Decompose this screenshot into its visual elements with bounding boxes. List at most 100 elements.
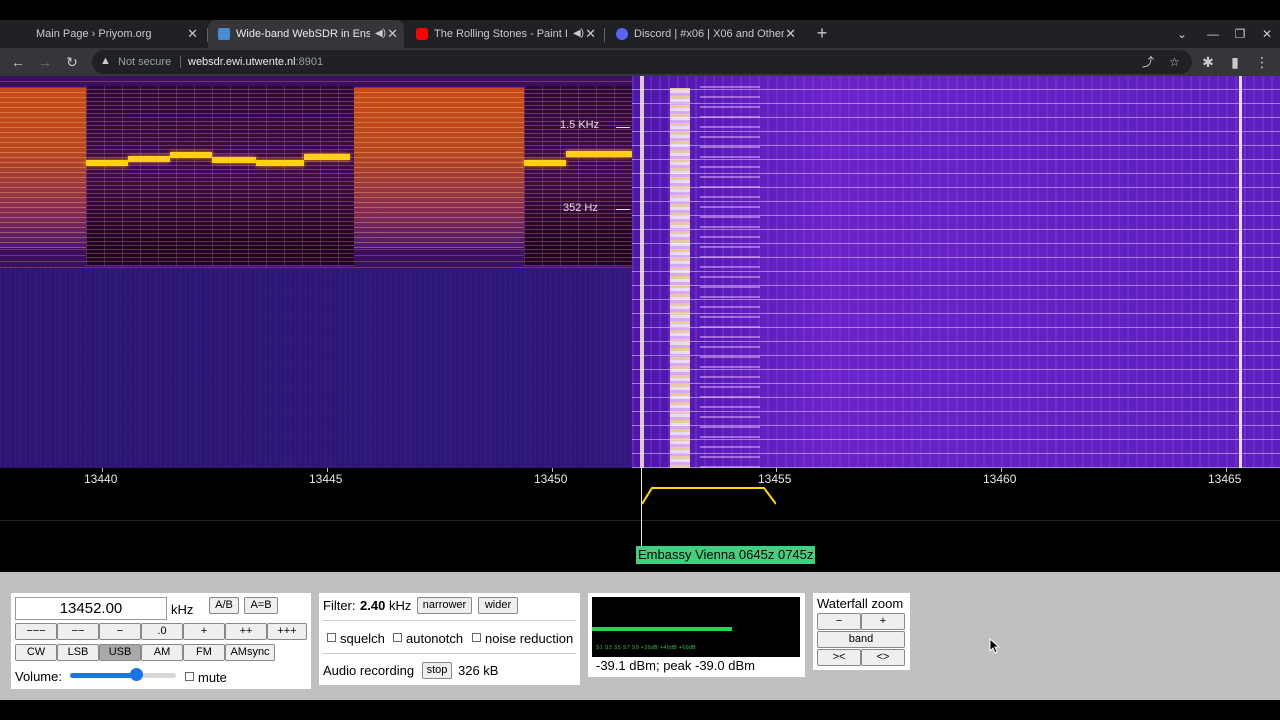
close-tab-icon[interactable]: ✕ [585,20,596,48]
stop-recording-button[interactable]: stop [422,662,452,679]
volume-label: Volume: [15,669,62,684]
smeter-box: S1 S3 S5 S7 S9 +20dB +40dB +60dB -39.1 d… [588,593,805,677]
reload-icon[interactable]: ↻ [61,48,83,76]
close-tab-icon[interactable]: ✕ [785,20,796,48]
wider-button[interactable]: wider [478,597,518,614]
minimize-icon[interactable]: — [1202,20,1224,48]
waterfall-zoom-label: Waterfall zoom [817,596,904,611]
url-port: :8901 [295,56,324,68]
url-host: websdr.ewi.utwente.nl [188,56,296,68]
zoom-out-button[interactable]: <> [861,649,905,666]
filter-value: 2.40 [360,598,386,613]
smeter-level-bar [592,627,732,631]
volume-slider-thumb[interactable] [129,668,143,681]
spectrogram-tone-area [524,86,632,266]
noise-reduction-label: noise reduction [485,631,574,646]
volume-slider[interactable] [70,673,176,678]
smeter-readout: -39.1 dBm; peak -39.0 dBm [596,658,755,673]
memory-label[interactable]: Embassy Vienna 0645z 0745z [636,546,816,564]
mode-usb-button[interactable]: USB [99,644,141,661]
squelch-checkbox[interactable] [327,633,336,642]
zoom-in-button[interactable]: >< [817,649,861,666]
divider [180,56,181,68]
new-tab-button[interactable]: + [813,20,831,48]
waterfall-zoom-box: Waterfall zoom − + band >< <> [813,593,910,670]
tab-search-icon[interactable]: ⌄ [1171,20,1193,48]
tab-title: Discord | #x06 | X06 and Other St [634,28,784,40]
step-down-1-button[interactable]: − [99,623,141,640]
mode-lsb-button[interactable]: LSB [57,644,99,661]
scale-divider [0,520,1280,521]
tab-youtube[interactable]: The Rolling Stones - Paint It, ◀) ✕ [406,20,602,48]
discord-favicon-icon [616,28,628,40]
tab-priyom[interactable]: Main Page › Priyom.org ✕ [8,20,204,48]
side-panel-icon[interactable]: ▮ [1224,48,1246,76]
speaker-icon[interactable]: ◀) [375,20,386,48]
tuning-cursor[interactable] [641,468,642,554]
restore-icon[interactable]: ❐ [1229,20,1251,48]
step-down-3-button[interactable]: −−− [15,623,57,640]
passband-shape[interactable] [642,486,776,506]
speaker-icon[interactable]: ◀) [573,20,584,48]
waterfall-passband-signal [700,86,760,468]
narrower-button[interactable]: narrower [417,597,472,614]
share-icon[interactable]: ⤴ [1142,50,1154,74]
frequency-unit: kHz [171,602,194,617]
spectrogram-noise-block [0,88,86,248]
mode-cw-button[interactable]: CW [15,644,57,661]
zoom-minus-button[interactable]: − [817,613,861,630]
scale-label: 13440 [84,472,118,486]
autonotch-checkbox[interactable] [393,633,402,642]
round-button[interactable]: .0 [141,623,183,640]
close-tab-icon[interactable]: ✕ [187,20,198,48]
extensions-icon[interactable]: ✱ [1197,48,1219,76]
step-down-2-button[interactable]: −− [57,623,99,640]
close-window-icon[interactable]: ✕ [1256,20,1278,48]
filter-unit: kHz [389,598,412,613]
scale-label: 13455 [758,472,792,486]
tab-title: Wide-band WebSDR in Ensche [236,28,370,40]
url-text[interactable]: websdr.ewi.utwente.nl:8901 [188,50,323,74]
address-bar[interactable]: ▲ Not secure websdr.ewi.utwente.nl:8901 … [92,50,1192,74]
frequency-input[interactable]: 13452.00 [15,597,167,620]
menu-kebab-icon[interactable]: ⋮ [1251,48,1273,76]
control-panel: 13452.00 kHz A/B A=B −−− −− − .0 + ++ ++… [0,572,1280,700]
close-tab-icon[interactable]: ✕ [387,20,398,48]
tab-websdr[interactable]: Wide-band WebSDR in Ensche ◀) ✕ [208,20,404,48]
youtube-favicon-icon [416,28,428,40]
spectrogram-tick [616,127,630,128]
zoom-plus-button[interactable]: + [861,613,905,630]
noise-reduction-checkbox[interactable] [472,633,481,642]
ab-button[interactable]: A/B [209,597,239,614]
divider [323,653,576,654]
zoom-band-button[interactable]: band [817,631,905,648]
spectrogram-tick [616,209,630,210]
top-letterbox [0,0,1280,20]
warning-icon[interactable]: ▲ [100,55,111,67]
scale-label: 13450 [534,472,568,486]
frequency-scale[interactable]: 13440 13445 13450 13455 13460 13465 Emba… [0,468,1280,572]
bottom-letterbox [0,700,1280,720]
spectrogram-tone [170,152,212,158]
bookmark-star-icon[interactable]: ☆ [1169,50,1180,74]
mouse-pointer-icon [989,638,1001,654]
tab-discord[interactable]: Discord | #x06 | X06 and Other St ✕ [606,20,802,48]
squelch-label: squelch [340,631,385,646]
mode-amsync-button[interactable]: AMsync [225,644,275,661]
spectrogram-label-high: 1.5 KHz [560,119,600,131]
back-icon[interactable]: ← [7,48,29,76]
forward-icon[interactable]: → [34,48,56,76]
step-up-1-button[interactable]: + [183,623,225,640]
tab-title: Main Page › Priyom.org [36,28,152,40]
audio-recording-label: Audio recording [323,663,415,678]
spectrogram-label-low: 352 Hz [563,202,598,214]
not-secure-label[interactable]: Not secure [118,50,171,74]
mode-fm-button[interactable]: FM [183,644,225,661]
filter-label: Filter: [323,598,356,613]
a-equals-b-button[interactable]: A=B [244,597,278,614]
spectrogram-tone [86,160,128,166]
step-up-3-button[interactable]: +++ [267,623,307,640]
mute-checkbox[interactable] [185,672,194,681]
step-up-2-button[interactable]: ++ [225,623,267,640]
mode-am-button[interactable]: AM [141,644,183,661]
